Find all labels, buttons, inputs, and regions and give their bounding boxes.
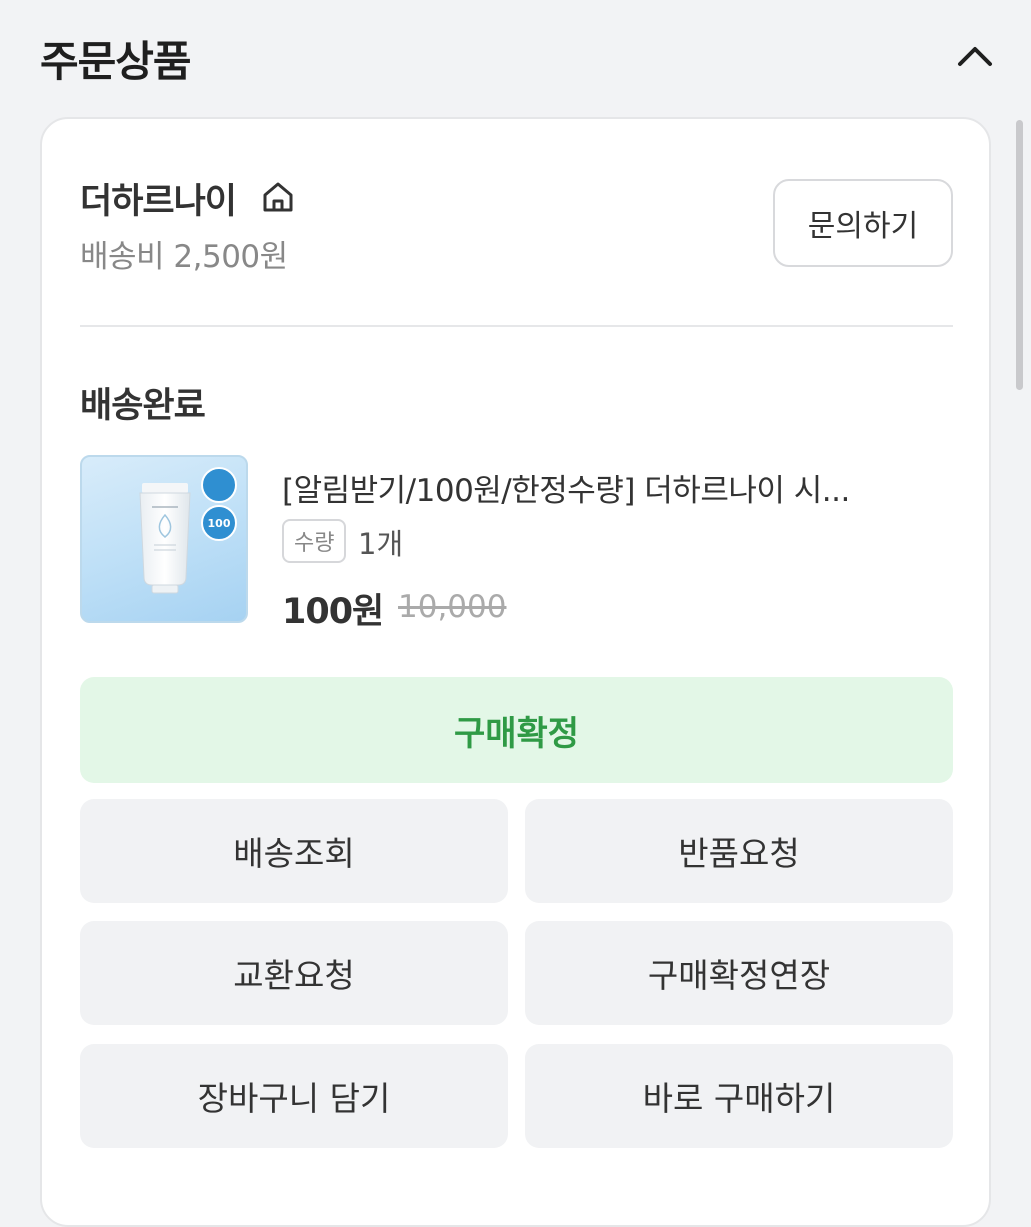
original-price: 10,000 xyxy=(398,589,507,625)
return-request-button[interactable]: 반품요청 xyxy=(525,799,953,903)
home-icon[interactable] xyxy=(260,179,296,215)
scrollbar[interactable] xyxy=(1016,120,1023,390)
inquiry-button[interactable]: 문의하기 xyxy=(773,179,953,267)
delivery-status: 배송완료 xyxy=(80,386,206,426)
order-items-header: 주문상품 xyxy=(0,0,1031,110)
add-to-cart-button[interactable]: 장바구니 담기 xyxy=(80,1044,508,1148)
buy-now-button[interactable]: 바로 구매하기 xyxy=(525,1044,953,1148)
product-thumbnail[interactable]: 100 xyxy=(80,455,248,623)
order-card: 더하르나이 배송비 2,500원 문의하기 배송완료 100 [알림받기/100… xyxy=(40,117,991,1227)
quantity-value: 1개 xyxy=(358,527,404,561)
shipping-fee: 배송비 2,500원 xyxy=(80,239,288,275)
svg-text:100: 100 xyxy=(208,517,231,530)
chevron-up-icon[interactable] xyxy=(952,36,998,76)
product-price: 100원 xyxy=(282,592,384,632)
quantity-badge: 수량 xyxy=(282,519,347,563)
product-title[interactable]: [알림받기/100원/한정수량] 더하르나이 시... xyxy=(282,465,942,510)
track-delivery-button[interactable]: 배송조회 xyxy=(80,799,508,903)
confirm-purchase-button[interactable]: 구매확정 xyxy=(80,677,953,783)
divider xyxy=(80,325,953,327)
extend-confirm-button[interactable]: 구매확정연장 xyxy=(525,921,953,1025)
section-title: 주문상품 xyxy=(40,37,192,86)
exchange-request-button[interactable]: 교환요청 xyxy=(80,921,508,1025)
seller-name[interactable]: 더하르나이 xyxy=(80,173,237,224)
